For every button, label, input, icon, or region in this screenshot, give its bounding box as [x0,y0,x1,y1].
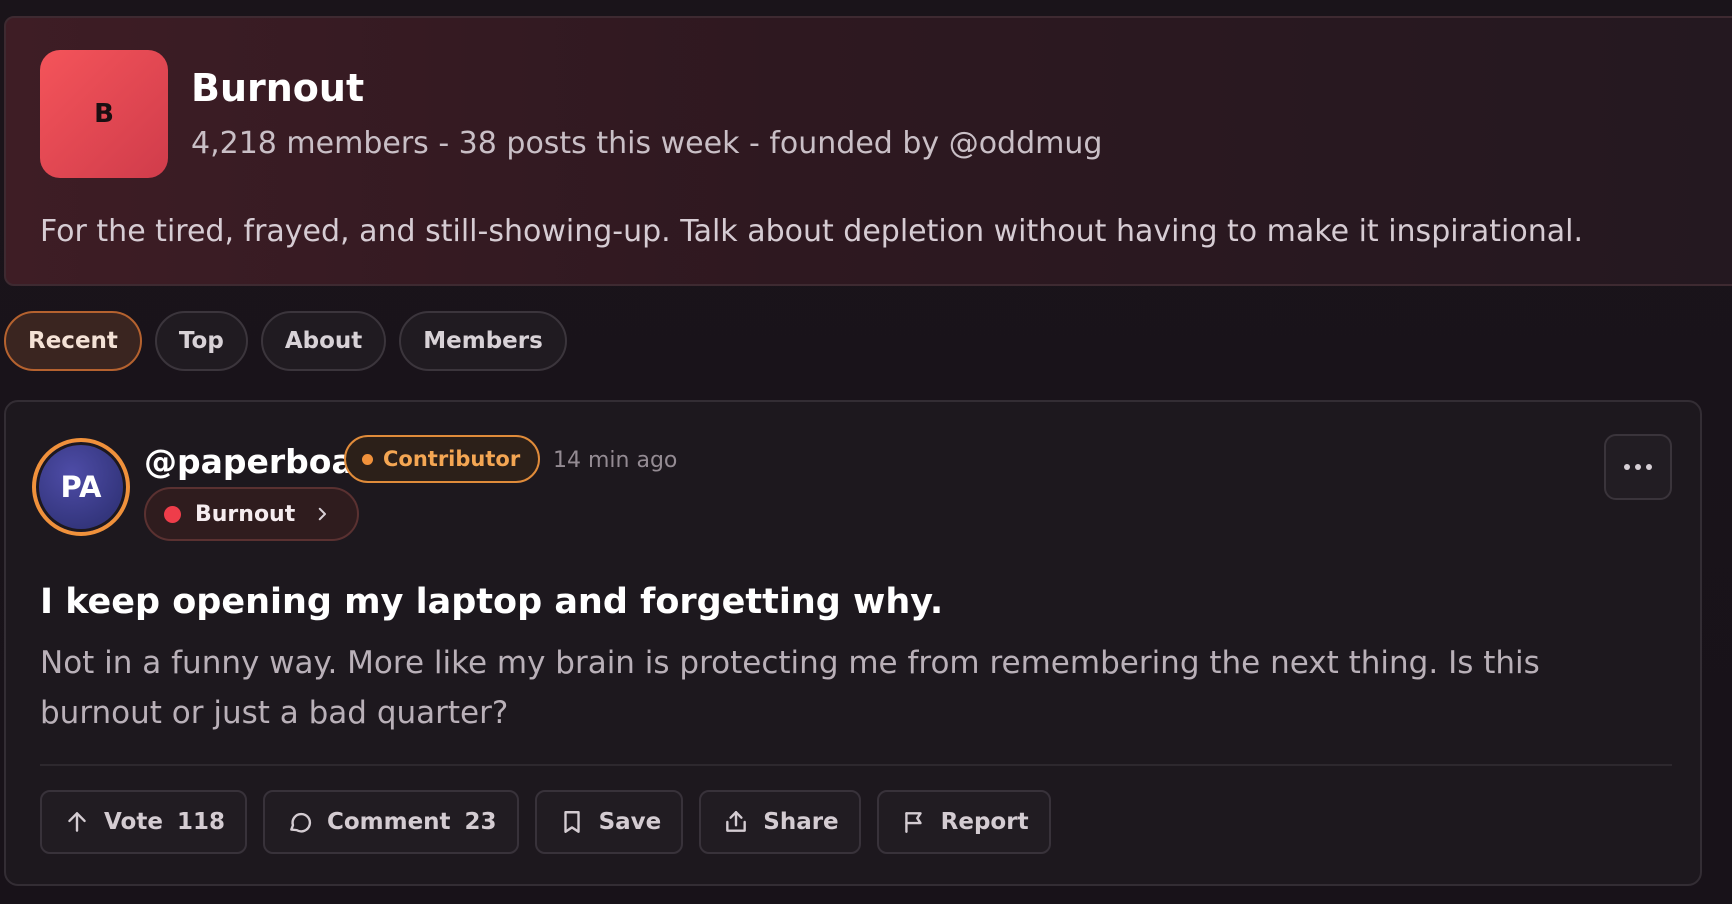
post-timestamp: 14 min ago [553,448,678,473]
comment-icon [290,812,312,833]
post-card: PA @paperboat Contributor 14 min ago Bur… [4,400,1702,886]
share-label: Share [763,809,839,835]
avatar[interactable]: PA [32,438,130,536]
report-label: Report [940,809,1029,835]
post-actions: Vote 118 Comment 23 Save Share Report [40,790,1051,854]
comment-button[interactable]: Comment 23 [262,790,519,854]
save-button[interactable]: Save [534,790,684,854]
role-badge-label: Contributor [383,447,521,471]
community-chip-label: Burnout [195,501,296,527]
community-chip[interactable]: Burnout [144,487,360,541]
community-tabs: Recent Top About Members [4,311,567,371]
tab-about[interactable]: About [260,311,387,371]
post-author-username[interactable]: @paperboat [144,442,370,481]
community-meta: 4,218 members - 38 posts this week - fou… [191,126,1103,161]
page: B Burnout 4,218 members - 38 posts this … [0,0,1732,904]
share-icon [726,811,747,832]
role-badge: Contributor [344,435,541,483]
tab-top[interactable]: Top [154,311,248,371]
community-name: Burnout [191,66,365,110]
report-button[interactable]: Report [876,790,1051,854]
flag-icon [904,812,922,833]
comment-label: Comment [326,809,451,835]
post-body: Not in a funny way. More like my brain i… [40,645,1540,731]
tab-members[interactable]: Members [399,311,567,371]
share-button[interactable]: Share [699,790,861,854]
community-logo: B [40,50,168,178]
community-description: For the tired, frayed, and still-showing… [40,214,1584,249]
community-dot-icon [164,505,181,523]
avatar-initials: PA [60,470,102,504]
role-dot-icon [362,453,373,465]
community-logo-letter: B [94,99,114,129]
arrow-up-icon [68,812,86,832]
comment-count: 23 [464,809,497,835]
more-icon [1624,464,1652,470]
vote-button[interactable]: Vote 118 [40,790,247,854]
post-title: I keep opening my laptop and forgetting … [40,582,944,622]
vote-count: 118 [176,809,225,835]
community-header: B Burnout 4,218 members - 38 posts this … [4,16,1732,286]
bookmark-icon [563,811,580,833]
divider [40,764,1672,766]
chevron-right-icon [319,507,327,521]
tab-recent[interactable]: Recent [4,311,142,371]
save-label: Save [598,809,662,835]
vote-label: Vote [104,809,163,835]
more-options-button[interactable] [1604,434,1672,500]
